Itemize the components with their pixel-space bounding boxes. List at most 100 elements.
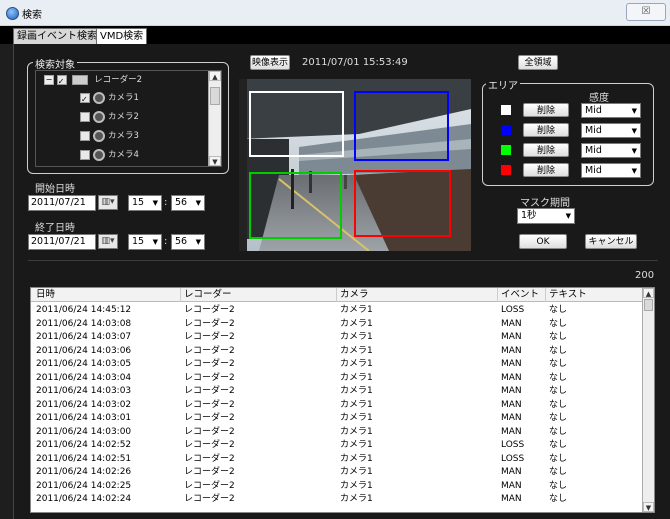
table-row[interactable]: 2011/06/24 14:02:52 レコーダー2 カメラ1 LOSS なし	[31, 439, 643, 451]
recorder-checkbox[interactable]	[56, 73, 67, 91]
scroll-thumb[interactable]	[210, 87, 220, 105]
table-row[interactable]: 2011/06/24 14:03:07 レコーダー2 カメラ1 MAN なし	[31, 331, 643, 343]
mask-period-label: マスク期間	[520, 198, 570, 209]
video-display-button[interactable]: 映像表示	[250, 55, 290, 70]
end-minute-select[interactable]: 56 ▼	[171, 234, 205, 250]
cancel-button[interactable]: キャンセル	[585, 234, 637, 249]
area-region-blue[interactable]	[354, 91, 449, 161]
table-cell: カメラ1	[340, 413, 373, 423]
sensitivity-select[interactable]: Mid ▼	[581, 143, 641, 158]
camera-checkbox[interactable]	[80, 91, 90, 109]
column-header[interactable]: 日時	[33, 288, 181, 302]
end-hour-select[interactable]: 15 ▼	[128, 234, 162, 250]
table-row[interactable]: 2011/06/24 14:03:02 レコーダー2 カメラ1 MAN なし	[31, 399, 643, 411]
tree-scrollbar[interactable]: ▲ ▼	[208, 71, 221, 166]
table-cell: MAN	[501, 359, 522, 369]
table-header: 日時 レコーダー カメラ イベント テキスト	[31, 288, 643, 302]
camera-checkbox[interactable]	[80, 130, 90, 141]
start-hour-select[interactable]: 15 ▼	[128, 195, 162, 211]
start-calendar-button[interactable]: ▥▾	[98, 195, 118, 210]
table-cell: レコーダー2	[184, 332, 235, 342]
area-delete-button[interactable]: 削除	[523, 123, 569, 137]
table-row[interactable]: 2011/06/24 14:02:26 レコーダー2 カメラ1 MAN なし	[31, 466, 643, 478]
table-cell: レコーダー2	[184, 480, 235, 491]
table-cell: レコーダー2	[184, 359, 235, 369]
table-cell: 2011/06/24 14:45:12	[36, 305, 132, 315]
tree-node-recorder[interactable]: − レコーダー2	[44, 71, 142, 91]
table-row[interactable]: 2011/06/24 14:02:51 レコーダー2 カメラ1 LOSS なし	[31, 453, 643, 465]
results-scrollbar[interactable]: ▲ ▼	[642, 288, 654, 512]
camera-icon	[93, 148, 105, 161]
sensitivity-select[interactable]: Mid ▼	[581, 103, 641, 118]
collapse-icon[interactable]: −	[44, 74, 54, 85]
scroll-down-icon[interactable]: ▼	[209, 156, 221, 166]
divider	[28, 260, 658, 261]
close-button[interactable]: ☒	[626, 3, 666, 21]
recorder-icon	[72, 74, 89, 85]
table-row[interactable]: 2011/06/24 14:03:00 レコーダー2 カメラ1 MAN なし	[31, 426, 643, 438]
table-cell: カメラ1	[340, 332, 373, 342]
start-minute-select[interactable]: 56 ▼	[171, 195, 205, 211]
time-separator: :	[164, 236, 168, 247]
table-cell: 2011/06/24 14:02:25	[36, 480, 132, 491]
table-cell: なし	[549, 318, 568, 329]
sensitivity-select[interactable]: Mid ▼	[581, 163, 641, 178]
sensitivity-select[interactable]: Mid ▼	[581, 123, 641, 138]
full-area-button[interactable]: 全領域	[518, 55, 558, 70]
chevron-down-icon: ▼	[195, 199, 201, 207]
table-row[interactable]: 2011/06/24 14:03:06 レコーダー2 カメラ1 MAN なし	[31, 345, 643, 357]
start-date-field[interactable]: 2011/07/21	[28, 195, 96, 211]
area-delete-button[interactable]: 削除	[523, 103, 569, 117]
tree-node-camera[interactable]: カメラ1	[80, 89, 139, 109]
area-delete-button[interactable]: 削除	[523, 143, 569, 157]
camera-preview[interactable]	[239, 79, 471, 251]
tree-node-camera[interactable]: カメラ5	[80, 165, 139, 166]
table-cell: カメラ1	[340, 372, 373, 383]
table-cell: MAN	[501, 426, 522, 437]
end-calendar-button[interactable]: ▥▾	[98, 234, 118, 249]
table-row[interactable]: 2011/06/24 14:02:25 レコーダー2 カメラ1 MAN なし	[31, 480, 643, 492]
camera-tree: − レコーダー2 カメラ1 カメラ2 カメラ3 カメラ4 カメラ5 ▲ ▼	[35, 70, 222, 167]
table-row[interactable]: 2011/06/24 14:03:04 レコーダー2 カメラ1 MAN なし	[31, 372, 643, 384]
table-row[interactable]: 2011/06/24 14:03:05 レコーダー2 カメラ1 MAN なし	[31, 358, 643, 370]
mask-period-select[interactable]: 1秒 ▼	[517, 208, 575, 224]
scroll-thumb[interactable]	[644, 299, 653, 311]
table-cell: レコーダー2	[184, 467, 235, 477]
scroll-up-icon[interactable]: ▲	[209, 71, 221, 81]
column-header[interactable]: テキスト	[546, 288, 643, 302]
column-header[interactable]: カメラ	[337, 288, 498, 302]
table-row[interactable]: 2011/06/24 14:02:24 レコーダー2 カメラ1 MAN なし	[31, 493, 643, 505]
column-header[interactable]: レコーダー	[181, 288, 337, 302]
column-header[interactable]: イベント	[498, 288, 546, 302]
chevron-down-icon: ▼	[631, 107, 637, 115]
area-delete-button[interactable]: 削除	[523, 163, 569, 177]
table-cell: 2011/06/24 14:02:26	[36, 467, 132, 477]
table-cell: レコーダー2	[184, 413, 235, 423]
chevron-down-icon: ▼	[631, 167, 637, 175]
tab-vmd-search[interactable]: VMD検索	[96, 28, 148, 45]
end-date-field[interactable]: 2011/07/21	[28, 234, 96, 250]
camera-checkbox[interactable]	[80, 111, 90, 122]
ok-button[interactable]: OK	[519, 234, 567, 249]
table-cell: なし	[549, 386, 568, 396]
table-cell: レコーダー2	[184, 372, 235, 383]
table-cell: 2011/06/24 14:03:05	[36, 359, 132, 369]
camera-checkbox[interactable]	[80, 149, 90, 160]
table-cell: なし	[549, 372, 568, 383]
area-region-red[interactable]	[354, 170, 451, 237]
table-row[interactable]: 2011/06/24 14:03:01 レコーダー2 カメラ1 MAN なし	[31, 412, 643, 424]
area-region-white[interactable]	[249, 91, 344, 157]
table-cell: なし	[549, 359, 568, 369]
tree-node-camera[interactable]: カメラ4	[80, 146, 139, 164]
scroll-up-icon[interactable]: ▲	[643, 288, 654, 298]
table-row[interactable]: 2011/06/24 14:03:03 レコーダー2 カメラ1 MAN なし	[31, 385, 643, 397]
scroll-down-icon[interactable]: ▼	[643, 502, 654, 512]
app-icon	[6, 7, 19, 20]
area-region-green[interactable]	[249, 172, 342, 239]
table-row[interactable]: 2011/06/24 14:45:12 レコーダー2 カメラ1 LOSS なし	[31, 304, 643, 316]
table-row[interactable]: 2011/06/24 14:03:08 レコーダー2 カメラ1 MAN なし	[31, 318, 643, 330]
tree-node-camera[interactable]: カメラ3	[80, 127, 139, 145]
tree-node-camera[interactable]: カメラ2	[80, 108, 139, 126]
area-legend: エリア	[486, 77, 520, 92]
table-cell: LOSS	[501, 440, 525, 450]
